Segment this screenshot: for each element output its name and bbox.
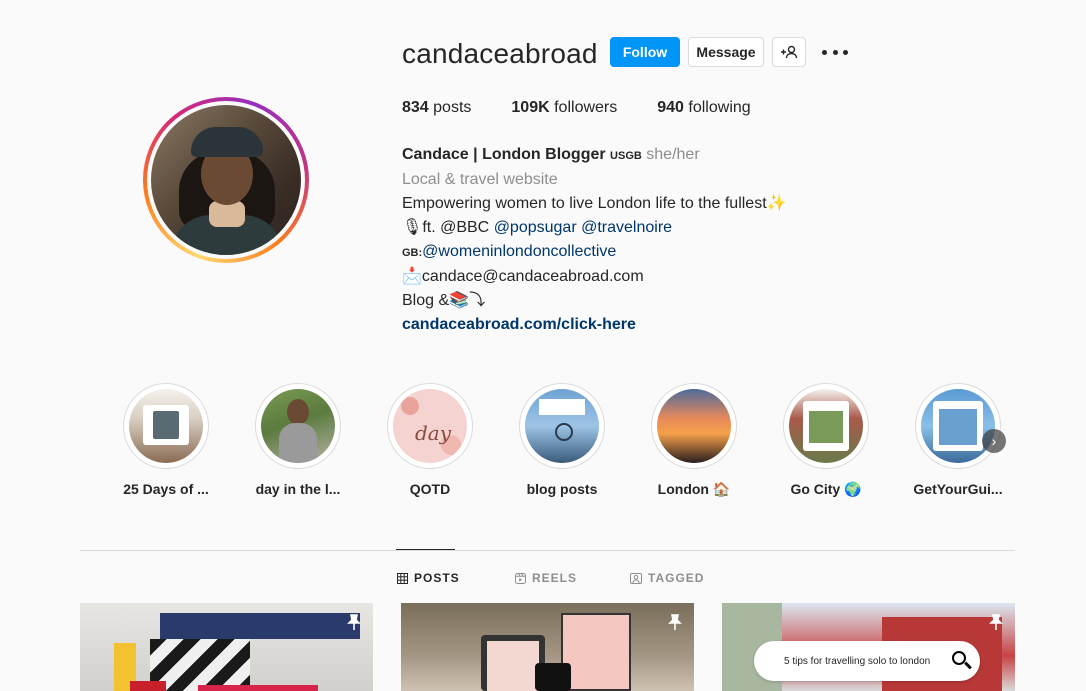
posts-label: posts: [433, 99, 472, 116]
highlight-item[interactable]: day QOTD: [385, 383, 475, 497]
tab-posts[interactable]: POSTS: [397, 571, 460, 585]
followers-label: followers: [554, 99, 618, 116]
gb-flag-icon: GB:: [402, 247, 423, 259]
highlight-label: Go City 🌍: [790, 481, 862, 497]
highlight-ring: [255, 383, 341, 469]
bio-category: Local & travel website: [402, 171, 558, 188]
highlight-ring: [915, 383, 1001, 469]
profile-bio: Candace | London Blogger USGB she/her Lo…: [402, 143, 787, 337]
avatar-border: [147, 101, 305, 259]
highlight-label: QOTD: [409, 481, 451, 497]
bio-line-2: 🎙ft. @BBC @popsugar @travelnoire: [402, 216, 787, 240]
mention-travelnoire[interactable]: @travelnoire: [581, 219, 672, 236]
highlight-label: day in the l...: [255, 481, 341, 497]
grid-icon: [397, 572, 408, 584]
highlight-item[interactable]: 25 Days of ...: [121, 383, 211, 497]
highlight-item[interactable]: blog posts: [517, 383, 607, 497]
bio-line-3: GB:@womeninlondoncollective: [402, 240, 787, 265]
follow-button[interactable]: Follow: [610, 37, 680, 67]
bio-line-1: Empowering women to live London life to …: [402, 192, 787, 216]
reels-icon: [515, 572, 526, 584]
pin-icon: [666, 613, 684, 636]
highlight-london-icon: [657, 389, 731, 463]
tab-posts-label: POSTS: [414, 571, 460, 585]
highlight-day-in-life-icon: [261, 389, 335, 463]
highlight-ring: [519, 383, 605, 469]
envelope-icon: 📩: [402, 268, 422, 285]
avatar[interactable]: [151, 105, 301, 255]
pin-icon: [345, 613, 363, 636]
sparkles-icon: ✨: [766, 195, 787, 212]
highlight-ring: [123, 383, 209, 469]
highlight-getyourguide-icon: [921, 389, 995, 463]
post-search-overlay: 5 tips for travelling solo to london: [754, 641, 980, 681]
highlight-ring: [651, 383, 737, 469]
tab-tagged[interactable]: TAGGED: [630, 571, 704, 585]
tab-reels-label: REELS: [532, 571, 578, 585]
bio-line-1-text: Empowering women to live London life to …: [402, 195, 767, 212]
highlight-item[interactable]: London 🏠: [649, 383, 739, 498]
profile-stats: 834 posts 109K followers 940 following: [402, 99, 791, 117]
pin-icon: [987, 613, 1005, 636]
highlight-label: London 🏠: [657, 481, 731, 497]
bio-email: candace@candaceabroad.com: [421, 268, 644, 285]
bio-line-5: Blog &📚⤵: [402, 289, 787, 313]
highlight-item[interactable]: day in the l...: [253, 383, 343, 497]
tab-tagged-label: TAGGED: [648, 571, 705, 585]
tab-reels[interactable]: REELS: [515, 571, 577, 585]
highlight-ring: day: [387, 383, 473, 469]
tagged-icon: [630, 572, 642, 584]
highlight-item[interactable]: Go City 🌍: [781, 383, 871, 498]
highlight-25-days-icon: [129, 389, 203, 463]
mention-popsugar[interactable]: @popsugar: [494, 219, 577, 236]
posts-stat: 834 posts: [402, 99, 471, 117]
search-icon: [952, 651, 966, 665]
highlight-label: GetYourGui...: [913, 481, 1003, 497]
suggested-accounts-button[interactable]: [772, 37, 806, 67]
mention-womeninlondoncollective[interactable]: @womeninlondoncollective: [422, 243, 616, 260]
following-stat[interactable]: 940 following: [657, 99, 750, 117]
profile-username: candaceabroad: [402, 38, 598, 69]
profile-avatar-ring[interactable]: [143, 97, 309, 263]
bio-link[interactable]: candaceabroad.com/click-here: [402, 313, 787, 337]
tabs-divider: [80, 550, 1015, 551]
chevron-right-icon[interactable]: ›: [982, 429, 1006, 453]
post-thumbnail[interactable]: 5 tips for travelling solo to london: [722, 603, 1015, 691]
following-label: following: [688, 99, 751, 116]
bio-pronouns: she/her: [646, 146, 700, 163]
highlight-qotd-icon: day: [393, 389, 467, 463]
post-thumbnail[interactable]: [401, 603, 694, 691]
add-person-icon: [781, 45, 798, 59]
post-thumbnail[interactable]: [80, 603, 373, 691]
avatar-cap: [191, 127, 263, 157]
following-count: 940: [657, 99, 684, 116]
books-arrow-icon: 📚⤵: [449, 292, 486, 309]
bio-line-4: 📩candace@candaceabroad.com: [402, 265, 787, 289]
bio-name-flags: USGB: [610, 150, 642, 162]
active-tab-indicator: [396, 549, 455, 550]
highlight-label: 25 Days of ...: [123, 481, 209, 497]
highlight-label: blog posts: [526, 481, 598, 497]
posts-count: 834: [402, 99, 429, 116]
highlight-ring: [783, 383, 869, 469]
microphone-icon: 🎙: [402, 219, 423, 236]
followers-count: 109K: [511, 99, 550, 116]
bio-line-5-text: Blog &: [402, 292, 450, 309]
more-options-icon[interactable]: [822, 44, 848, 60]
highlight-go-city-icon: [789, 389, 863, 463]
post-search-text: 5 tips for travelling solo to london: [784, 655, 931, 667]
message-button[interactable]: Message: [688, 37, 764, 67]
bio-name-line: Candace | London Blogger USGB she/her: [402, 143, 787, 168]
bio-name: Candace | London Blogger: [402, 146, 606, 163]
followers-stat[interactable]: 109K followers: [511, 99, 617, 117]
bio-line-2-text: ft. @BBC: [422, 219, 494, 236]
highlight-blog-posts-icon: [525, 389, 599, 463]
